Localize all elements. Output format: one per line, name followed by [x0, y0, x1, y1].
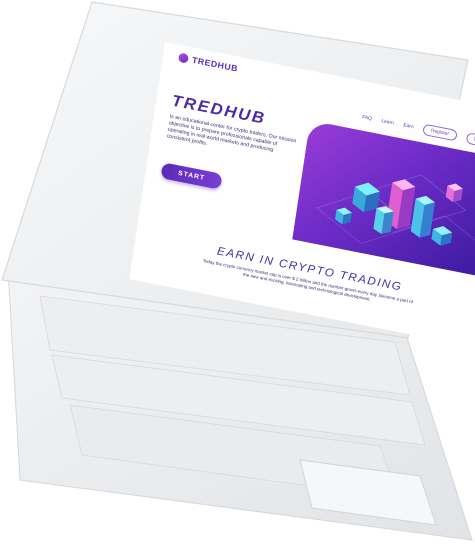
brand-name: TREDHUB [191, 55, 239, 74]
logo-mark-icon [177, 52, 189, 64]
isometric-blocks-graphic [316, 174, 475, 252]
start-button[interactable]: START [160, 162, 223, 190]
laptop-mockup: TREDHUB FAQ Learn Earn Register Login TR… [0, 0, 475, 557]
nav-link-faq[interactable]: FAQ [362, 114, 373, 121]
nav-link-learn[interactable]: Learn [381, 118, 394, 126]
nav-link-earn[interactable]: Earn [403, 123, 414, 131]
hero-illustration [292, 120, 475, 278]
brand-logo[interactable]: TREDHUB [177, 52, 239, 74]
login-button[interactable]: Login [465, 132, 475, 149]
register-button[interactable]: Register [422, 123, 458, 142]
